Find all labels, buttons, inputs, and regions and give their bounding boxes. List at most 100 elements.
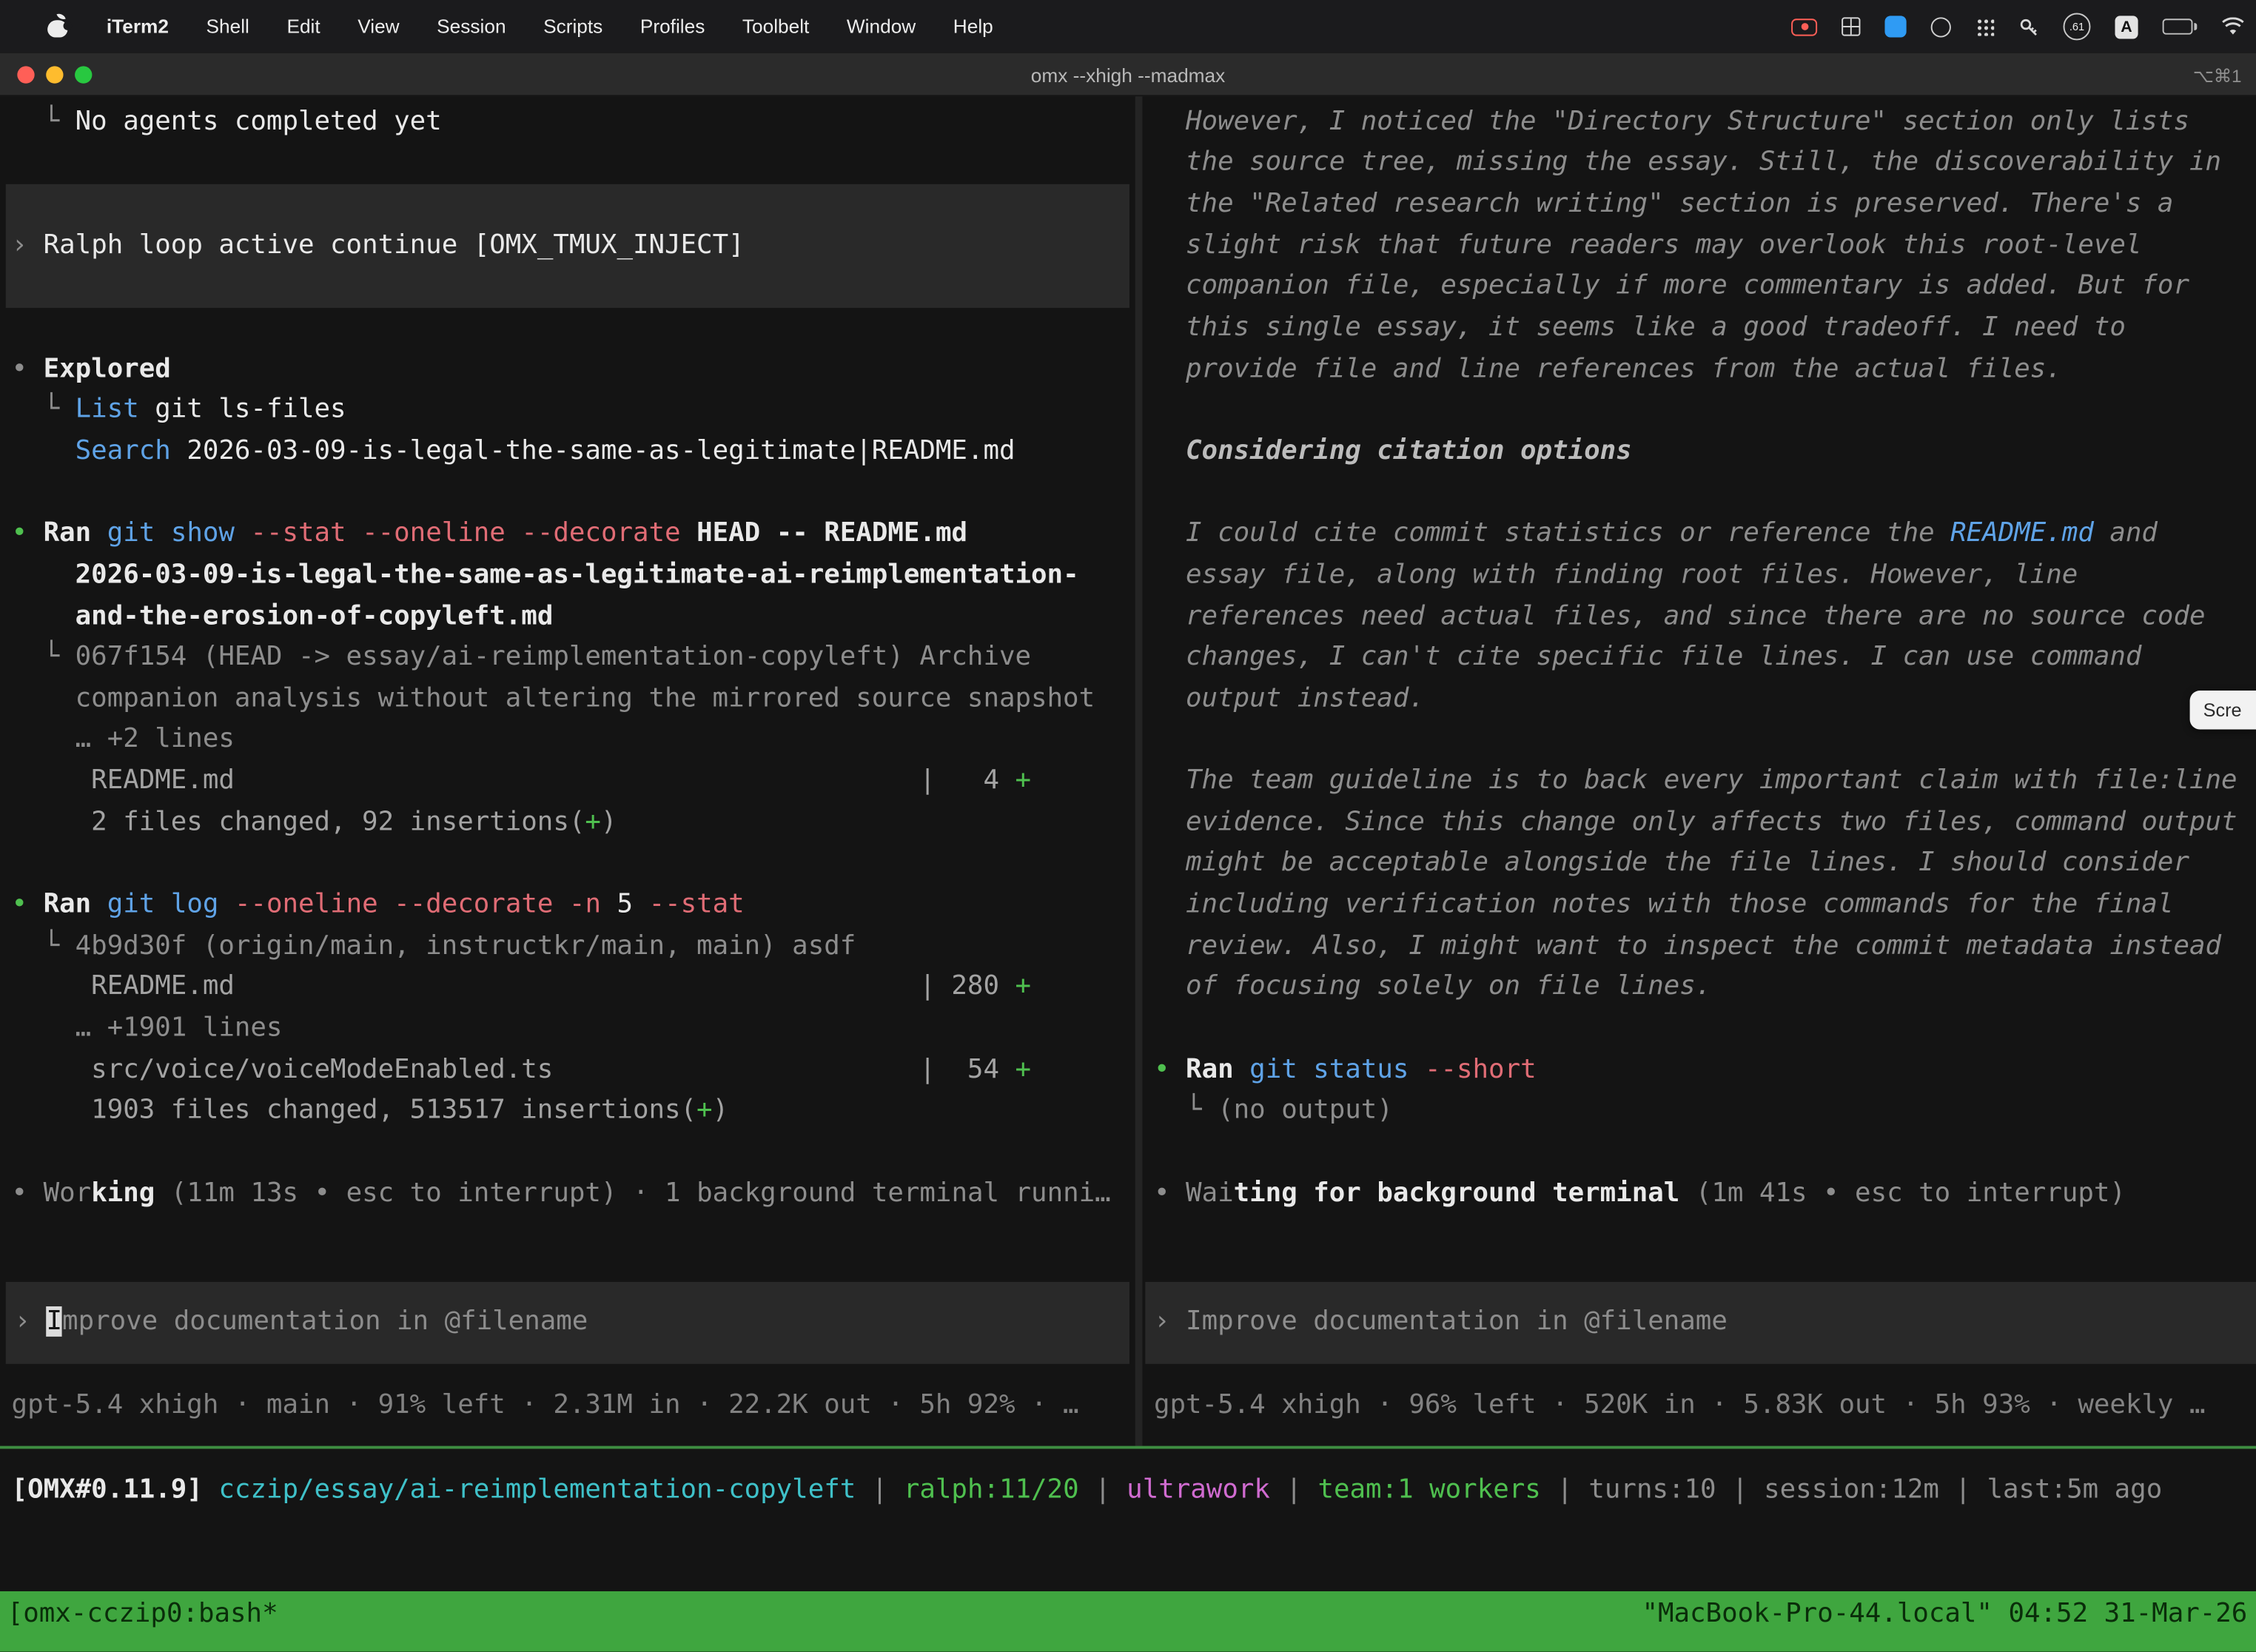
terminal-line: evidence. Since this change only affects…	[1154, 802, 2237, 844]
screen-sharing-popup[interactable]: Scre	[2190, 691, 2256, 729]
terminal-line: references need actual files, and since …	[1154, 597, 2206, 638]
menu-item-toolbelt[interactable]: Toolbelt	[724, 16, 828, 37]
terminal-line: src/voice/voiceModeEnabled.ts | 54 +	[12, 1050, 1031, 1092]
text-segment: └	[1154, 1095, 1218, 1126]
title-bar: omx --xhigh --madmax ⌥⌘1	[0, 53, 2256, 96]
text-segment: +	[585, 807, 601, 837]
left-status-line: gpt-5.4 xhigh · main · 91% left · 2.31M …	[12, 1386, 1079, 1427]
tmux-session-window: [omx-cczip0:bash*	[7, 1594, 278, 1652]
key-icon[interactable]	[2018, 16, 2038, 36]
text-segment: •	[1154, 1178, 1186, 1209]
text-segment: ultrawork	[1127, 1474, 1270, 1505]
terminal-line: provide file and line references from th…	[1154, 349, 2062, 390]
text-segment: +	[1015, 765, 1031, 796]
terminal-line: └ (no output)	[1154, 1091, 1393, 1132]
text-segment: +	[1015, 972, 1031, 1002]
hotkey-badge: ⌥⌘1	[2193, 53, 2242, 96]
battery-percent-badge[interactable]: .61	[2064, 13, 2091, 40]
text-segment: review. Also, I might want to inspect th…	[1154, 930, 2221, 961]
text-segment: Improve documentation in @filename	[1186, 1306, 1728, 1337]
round-app-icon[interactable]	[1931, 16, 1951, 36]
battery-icon[interactable]	[2163, 19, 2198, 34]
text-segment: team:1 workers	[1317, 1474, 1540, 1505]
text-segment: |	[1270, 1474, 1318, 1505]
text-segment: ›	[14, 1306, 46, 1337]
text-segment: |	[1716, 1474, 1765, 1505]
text-segment: the "Related research writing" section i…	[1154, 188, 2173, 218]
menu-item-iterm2[interactable]: iTerm2	[87, 16, 188, 37]
text-segment: git status	[1249, 1054, 1409, 1084]
terminal-line: of focusing solely on file lines.	[1154, 967, 1711, 1009]
text-segment: [OMX#0.11.9]	[12, 1474, 219, 1505]
text-segment: 1903 files changed, 513517 insertions(	[12, 1095, 696, 1126]
text-segment: |	[1541, 1474, 1589, 1505]
tmux-status-bar: [omx-cczip0:bash* "MacBook-Pro-44.local"…	[0, 1591, 2256, 1652]
text-segment: session:12m	[1764, 1474, 1939, 1505]
text-segment: turns:10	[1588, 1474, 1716, 1505]
menu-item-profiles[interactable]: Profiles	[622, 16, 724, 37]
blue-app-icon[interactable]	[1884, 16, 1906, 37]
text-segment: )	[713, 1095, 729, 1126]
text-segment: 2 files changed, 92 insertions(	[12, 807, 585, 837]
text-segment: Explored	[44, 353, 171, 383]
text-segment: (no output)	[1218, 1095, 1393, 1126]
pane-divider[interactable]	[1135, 96, 1143, 1446]
text-segment: The team guideline is to back every impo…	[1154, 765, 2237, 796]
text-segment: --stat	[649, 890, 745, 920]
menu-bar-status-icons: .61 A	[1791, 0, 2244, 53]
text-segment: Wor	[44, 1178, 92, 1209]
text-segment: provide file and line references from th…	[1154, 353, 2062, 383]
terminal-line: including verification notes with those …	[1154, 885, 2173, 927]
terminal-line: The team guideline is to back every impo…	[1154, 762, 2237, 803]
menu-item-edit[interactable]: Edit	[268, 16, 339, 37]
text-segment	[1234, 1054, 1250, 1084]
terminal-line: • Explored	[12, 349, 171, 390]
text-segment: output instead.	[1154, 683, 1425, 713]
terminal-line: companion analysis without altering the …	[12, 679, 1095, 720]
text-segment	[218, 890, 235, 920]
input-source-icon[interactable]: A	[2115, 15, 2138, 38]
terminal-window: └ No agents completed yet› Ralph loop ac…	[0, 96, 2256, 1591]
left-prompt-input[interactable]: › Improve documentation in @filename	[14, 1302, 588, 1343]
text-segment: mprove documentation in @filename	[62, 1306, 588, 1337]
menu-item-session[interactable]: Session	[418, 16, 525, 37]
tmux-host-datetime: "MacBook-Pro-44.local" 04:52 31-Mar-26	[1642, 1594, 2247, 1652]
apple-menu[interactable]	[29, 13, 87, 41]
omx-status-line: [OMX#0.11.9] cczip/essay/ai-reimplementa…	[12, 1471, 2163, 1512]
terminal-line: └ 4b9d30f (origin/main, instructkr/main,…	[12, 926, 856, 967]
right-pane: However, I noticed the "Directory Struct…	[1142, 96, 2256, 1446]
text-segment: I could cite commit statistics or refere…	[1154, 518, 1950, 548]
text-segment: README.md | 4	[12, 765, 1015, 796]
text-segment: Ran	[1186, 1054, 1234, 1084]
right-status-line: gpt-5.4 xhigh · 96% left · 520K in · 5.8…	[1154, 1386, 2206, 1427]
text-segment: •	[12, 890, 44, 920]
right-prompt-box[interactable]: › Improve documentation in @filename	[1145, 1282, 2256, 1364]
terminal-line: Considering citation options	[1154, 432, 1632, 473]
terminal-line: changes, I can't cite specific file line…	[1154, 637, 2141, 679]
wifi-icon[interactable]	[2221, 17, 2244, 36]
menu-item-view[interactable]: View	[339, 16, 418, 37]
text-segment: … +2 lines	[12, 725, 235, 755]
text-segment: However, I noticed the "Directory Struct…	[1154, 106, 2189, 136]
text-segment: (11m 13s • esc to interrupt) · 1 backgro…	[155, 1178, 1110, 1209]
apple-icon	[47, 13, 67, 37]
right-prompt-input[interactable]: › Improve documentation in @filename	[1154, 1302, 1728, 1343]
text-segment: might be acceptable alongside the file l…	[1154, 848, 2189, 879]
left-prompt-box[interactable]: › Improve documentation in @filename	[6, 1282, 1129, 1364]
terminal-line: essay file, along with finding root file…	[1154, 555, 2078, 597]
dots-grid-icon[interactable]	[1975, 17, 1994, 36]
text-segment: ›	[12, 229, 44, 260]
menu-item-shell[interactable]: Shell	[187, 16, 268, 37]
text-segment: … +1901 lines	[12, 1013, 283, 1044]
text-segment: evidence. Since this change only affects…	[1154, 807, 2237, 837]
terminal-line: I could cite commit statistics or refere…	[1154, 514, 2158, 555]
text-segment: 5	[601, 890, 649, 920]
screen-recording-icon[interactable]	[1791, 18, 1817, 35]
menu-item-scripts[interactable]: Scripts	[525, 16, 622, 37]
menu-item-window[interactable]: Window	[828, 16, 935, 37]
text-segment: --short	[1425, 1054, 1537, 1084]
menu-item-help[interactable]: Help	[935, 16, 1013, 37]
terminal-line: └ No agents completed yet	[12, 101, 442, 143]
grid-app-icon[interactable]	[1842, 17, 1860, 36]
text-segment	[12, 601, 75, 631]
